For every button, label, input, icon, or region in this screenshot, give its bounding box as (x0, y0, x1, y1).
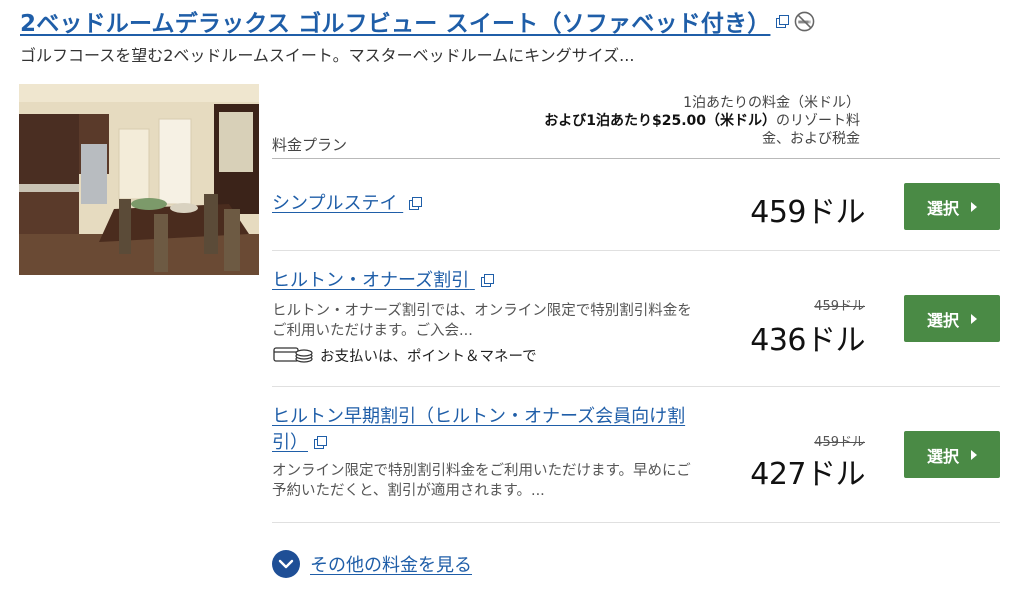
select-button-label: 選択 (926, 310, 959, 330)
select-button-label: 選択 (926, 446, 959, 466)
room-photo-image (19, 84, 259, 275)
rate-plan-description-line1: ヒルトン・オナーズ割引では、オンライン限定で特別割引料金を (272, 303, 692, 319)
rate-plan-name-text[interactable]: ヒルトン・オナーズ割引 (272, 270, 469, 291)
rate-plan-description-line2: 予約いただくと、割引が適用されます。... (272, 483, 545, 499)
chevron-down-icon[interactable] (272, 550, 300, 578)
room-title-row: 2ベッドルームデラックス ゴルフビュー スイート（ソファベッド付き） (20, 4, 815, 38)
external-link-icon[interactable] (409, 197, 423, 210)
rate-price: 427ドル (750, 457, 865, 492)
rate-row-honors-discount: ヒルトン・オナーズ割引 ヒルトン・オナーズ割引では、オンライン限定で特別割引料金… (272, 251, 1000, 387)
rate-plan-description-line1: オンライン限定で特別割引料金をご利用いただけます。早めにご (272, 463, 691, 479)
rate-column-header: 1泊あたりの料金（米ドル） および1泊あたり$25.00（米ドル）のリゾート料 … (500, 94, 860, 148)
points-and-money-text: お支払いは、ポイント＆マネーで (320, 348, 537, 365)
chevron-right-icon (971, 313, 977, 324)
rate-row-early-booking: ヒルトン早期割引（ヒルトン・オナーズ会員向け割 引） オンライン限定で特別割引料… (272, 387, 1000, 523)
points-money-icon (273, 347, 313, 363)
rate-plan-description-line2: ご利用いただけます。ご入会... (272, 323, 473, 339)
no-smoking-icon (795, 11, 815, 31)
rate-table-header: 料金プラン 1泊あたりの料金（米ドル） および1泊あたり$25.00（米ドル）の… (272, 90, 1000, 159)
rate-plan-name-line2[interactable]: 引） (272, 432, 308, 453)
rate-price: 459ドル (750, 195, 865, 230)
rate-plan-name-line1[interactable]: ヒルトン早期割引（ヒルトン・オナーズ会員向け割 (272, 404, 685, 430)
chevron-right-icon (971, 449, 977, 460)
rate-plan-name[interactable]: ヒルトン・オナーズ割引 (272, 268, 494, 294)
points-and-money-note: お支払いは、ポイント＆マネーで (272, 344, 537, 366)
rate-plan-description: ヒルトン・オナーズ割引では、オンライン限定で特別割引料金を ご利用いただけます。… (272, 301, 722, 341)
rate-plan-description: オンライン限定で特別割引料金をご利用いただけます。早めにご 予約いただくと、割引… (272, 461, 722, 501)
more-rates-label[interactable]: その他の料金を見る (310, 551, 472, 577)
room-photo[interactable] (19, 84, 259, 275)
rate-plan-name[interactable]: シンプルステイ (272, 191, 423, 217)
rate-row-simple-stay: シンプルステイ 459ドル 選択 (272, 159, 1000, 251)
chevron-right-icon (971, 201, 977, 212)
plan-column-header: 料金プラン (272, 136, 348, 154)
select-button[interactable]: 選択 (904, 295, 1000, 342)
rate-header-line1: 1泊あたりの料金（米ドル） (683, 95, 860, 111)
rate-header-resort-fee: および1泊あたり$25.00（米ドル） (544, 113, 776, 129)
rate-plan-name-line2-wrap[interactable]: 引） (272, 430, 685, 456)
rate-original-price: 459ドル (814, 299, 865, 314)
rate-price: 436ドル (750, 323, 865, 358)
rate-plan-name[interactable]: ヒルトン早期割引（ヒルトン・オナーズ会員向け割 引） (272, 404, 685, 456)
external-link-icon[interactable] (314, 436, 327, 449)
more-rates-link[interactable]: その他の料金を見る (272, 550, 472, 578)
rate-plan-name-text[interactable]: シンプルステイ (272, 193, 397, 214)
rate-original-price: 459ドル (814, 435, 865, 450)
select-button[interactable]: 選択 (904, 431, 1000, 478)
room-description: ゴルフコースを望む2ベッドルームスイート。マスターベッドルームにキングサイズ..… (20, 46, 635, 65)
rate-header-line3: 金、および税金 (762, 131, 860, 147)
external-link-icon[interactable] (480, 274, 494, 287)
rate-table: 料金プラン 1泊あたりの料金（米ドル） および1泊あたり$25.00（米ドル）の… (272, 90, 1000, 523)
chevron-down-glyph (278, 559, 294, 569)
external-link-icon[interactable] (776, 15, 790, 28)
rate-header-line2-rest: のリゾート料 (776, 113, 860, 129)
rate-header-line2: および1泊あたり$25.00（米ドル）のリゾート料 (500, 112, 860, 130)
select-button-label: 選択 (926, 198, 959, 218)
select-button[interactable]: 選択 (904, 183, 1000, 230)
room-title-link[interactable]: 2ベッドルームデラックス ゴルフビュー スイート（ソファベッド付き） (20, 4, 770, 38)
